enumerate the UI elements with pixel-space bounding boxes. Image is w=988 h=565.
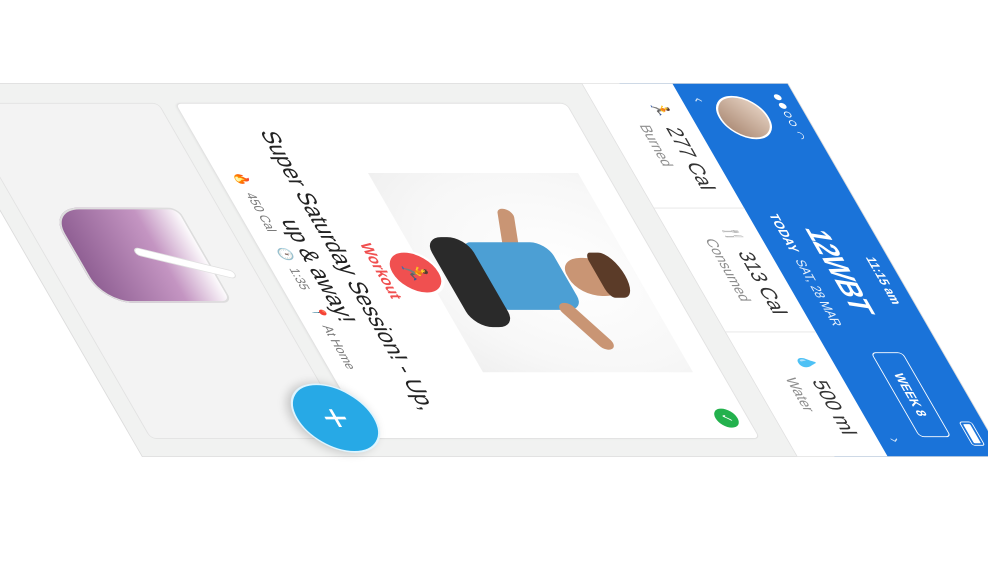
workout-figure-arm (555, 300, 618, 352)
signal-dot (783, 112, 793, 118)
app-scene: ◠ 11:15 am 12WBT TODAY SAT, 28 MAR WEEK … (0, 0, 988, 565)
signal-dot (777, 102, 789, 109)
signal-dot (788, 120, 798, 126)
water-drop-icon: 💧 (792, 354, 820, 372)
battery-icon (958, 421, 986, 446)
runner-icon: 🏃 (646, 101, 674, 119)
chevron-right-icon[interactable]: › (884, 438, 905, 443)
plus-icon: + (306, 407, 366, 429)
check-icon[interactable]: ✓ (709, 408, 743, 428)
cutlery-icon: 🍴 (718, 225, 746, 244)
app-screen: ◠ 11:15 am 12WBT TODAY SAT, 28 MAR WEEK … (0, 83, 988, 457)
signal-dot (772, 94, 784, 101)
wifi-icon: ◠ (791, 131, 809, 140)
chevron-left-icon[interactable]: ‹ (687, 98, 708, 103)
